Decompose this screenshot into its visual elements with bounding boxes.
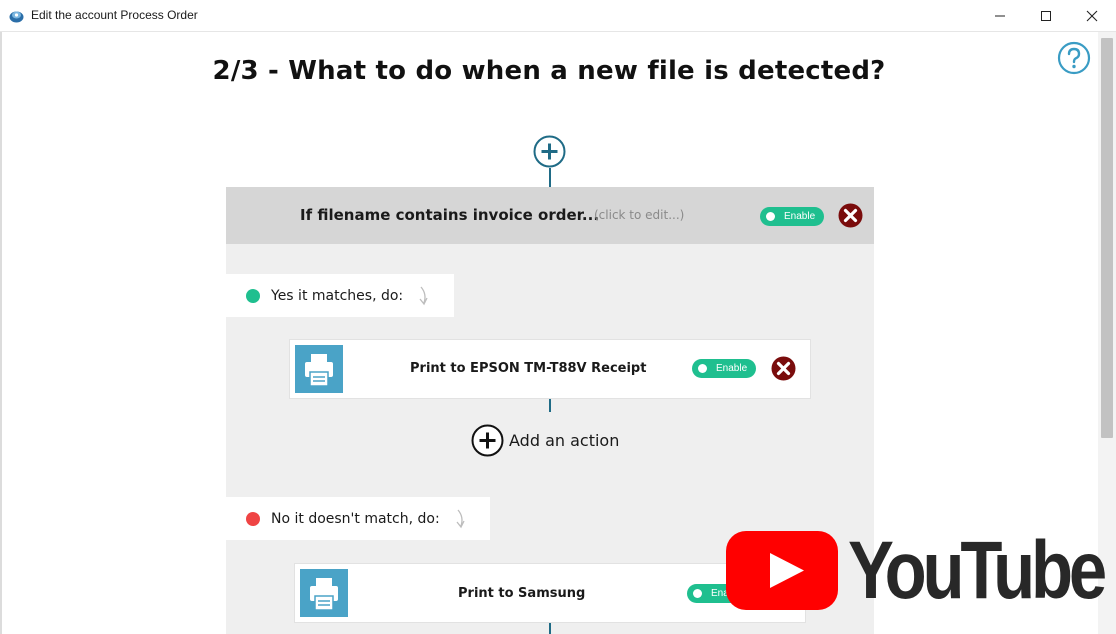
no-match-dot [246, 511, 260, 526]
delete-rule-button[interactable] [838, 203, 863, 228]
flow-connector [549, 168, 551, 187]
minimize-icon [995, 15, 1005, 17]
arrow-down-icon [419, 286, 428, 305]
printer-icon [300, 569, 348, 617]
action-label: Print to Samsung [458, 586, 586, 601]
add-rule-button[interactable] [533, 135, 566, 168]
arrow-down-icon [456, 509, 465, 528]
youtube-wordmark: YouTube [848, 525, 1107, 616]
add-action-button[interactable]: Add an action [471, 424, 619, 457]
toggle-knob [693, 589, 702, 598]
add-action-label: Add an action [509, 431, 620, 450]
action-enable-toggle[interactable]: Enable [692, 359, 756, 378]
flow-connector [549, 623, 551, 634]
toggle-knob [698, 364, 707, 373]
window-title: Edit the account Process Order [31, 8, 198, 22]
rule-edit-hint[interactable]: (click to edit...) [594, 208, 684, 222]
app-icon [9, 11, 24, 23]
delete-action-button[interactable] [771, 356, 796, 381]
window-border [0, 32, 2, 634]
toggle-label: Enable [784, 211, 816, 222]
window-titlebar: Edit the account Process Order [0, 0, 1116, 32]
page-title: 2/3 - What to do when a new file is dete… [212, 56, 886, 86]
youtube-play-icon [726, 531, 838, 610]
branch-no: No it doesn't match, do: [226, 497, 490, 540]
flow-connector [549, 399, 551, 412]
rule-enable-toggle[interactable]: Enable [760, 207, 824, 226]
minimize-button[interactable] [977, 0, 1023, 32]
youtube-logo: YouTube [726, 525, 1107, 616]
maximize-button[interactable] [1023, 0, 1069, 32]
rule-condition[interactable]: If filename contains invoice order... [300, 206, 599, 224]
toggle-knob [766, 212, 775, 221]
scrollbar-thumb[interactable] [1101, 38, 1113, 438]
action-label: Print to EPSON TM-T88V Receipt [410, 361, 647, 376]
close-icon [1086, 10, 1098, 22]
close-window-button[interactable] [1069, 0, 1115, 32]
branch-yes-label: Yes it matches, do: [271, 287, 404, 304]
match-dot [246, 288, 260, 303]
maximize-icon [1041, 11, 1051, 21]
branch-yes: Yes it matches, do: [226, 274, 454, 317]
toggle-label: Enable [716, 363, 748, 374]
plus-circle-icon [471, 424, 504, 457]
printer-icon [295, 345, 343, 393]
branch-no-label: No it doesn't match, do: [271, 510, 440, 527]
